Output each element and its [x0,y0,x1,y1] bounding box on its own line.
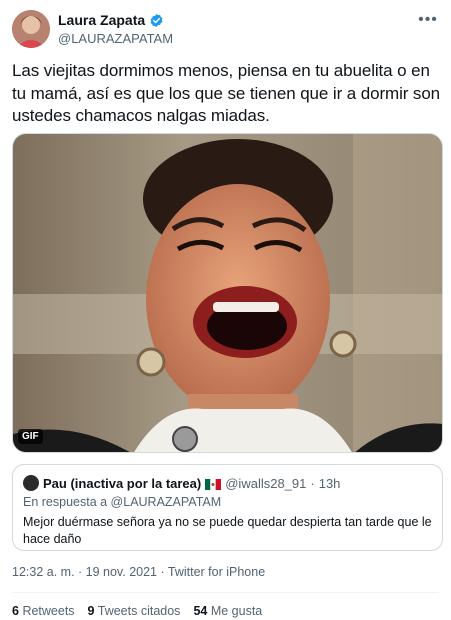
quote-author-handle[interactable]: @iwalls28_91 [225,476,306,491]
author-handle[interactable]: @LAURAZAPATAM [58,31,173,46]
more-options-icon[interactable]: ••• [417,10,439,30]
quote-time[interactable]: 13h [319,476,341,491]
retweets-count: 6 [12,604,19,618]
quotes-label: Tweets citados [97,604,181,618]
tweet-timestamp[interactable]: 12:32 a. m. · 19 nov. 2021 · Twitter for… [12,565,265,579]
retweets-stat[interactable]: 6 Retweets [12,604,75,618]
likes-label: Me gusta [210,604,263,618]
likes-stat[interactable]: 54 Me gusta [193,604,262,618]
stats-divider [12,592,439,593]
quote-author-avatar[interactable] [23,475,39,491]
verified-badge-icon [149,13,164,28]
quote-reply-context[interactable]: En respuesta a @LAURAZAPATAM [23,495,221,509]
quote-text: Mejor duérmase señora ya no se puede que… [23,515,432,546]
quoted-tweet[interactable]: Pau (inactiva por la tarea) @iwalls28_91… [12,464,443,551]
quote-separator: · [310,475,315,491]
retweets-label: Retweets [22,604,75,618]
quotes-stat[interactable]: 9 Tweets citados [88,604,181,618]
likes-count: 54 [193,604,208,618]
tweet-stats: 6 Retweets 9 Tweets citados 54 Me gusta [12,604,262,618]
gif-badge: GIF [18,429,43,444]
author-avatar[interactable] [12,10,50,48]
quote-author-name[interactable]: Pau (inactiva por la tarea) [43,476,201,491]
tweet-header: Laura Zapata @LAURAZAPATAM ••• [12,8,439,52]
mexico-flag-icon [205,478,222,490]
gif-preview-image [13,134,442,452]
tweet-text: Las viejitas dormimos menos, piensa en t… [12,61,441,125]
quotes-count: 9 [87,604,95,618]
author-display-name[interactable]: Laura Zapata [58,12,145,28]
tweet-media-gif[interactable] [12,133,443,453]
